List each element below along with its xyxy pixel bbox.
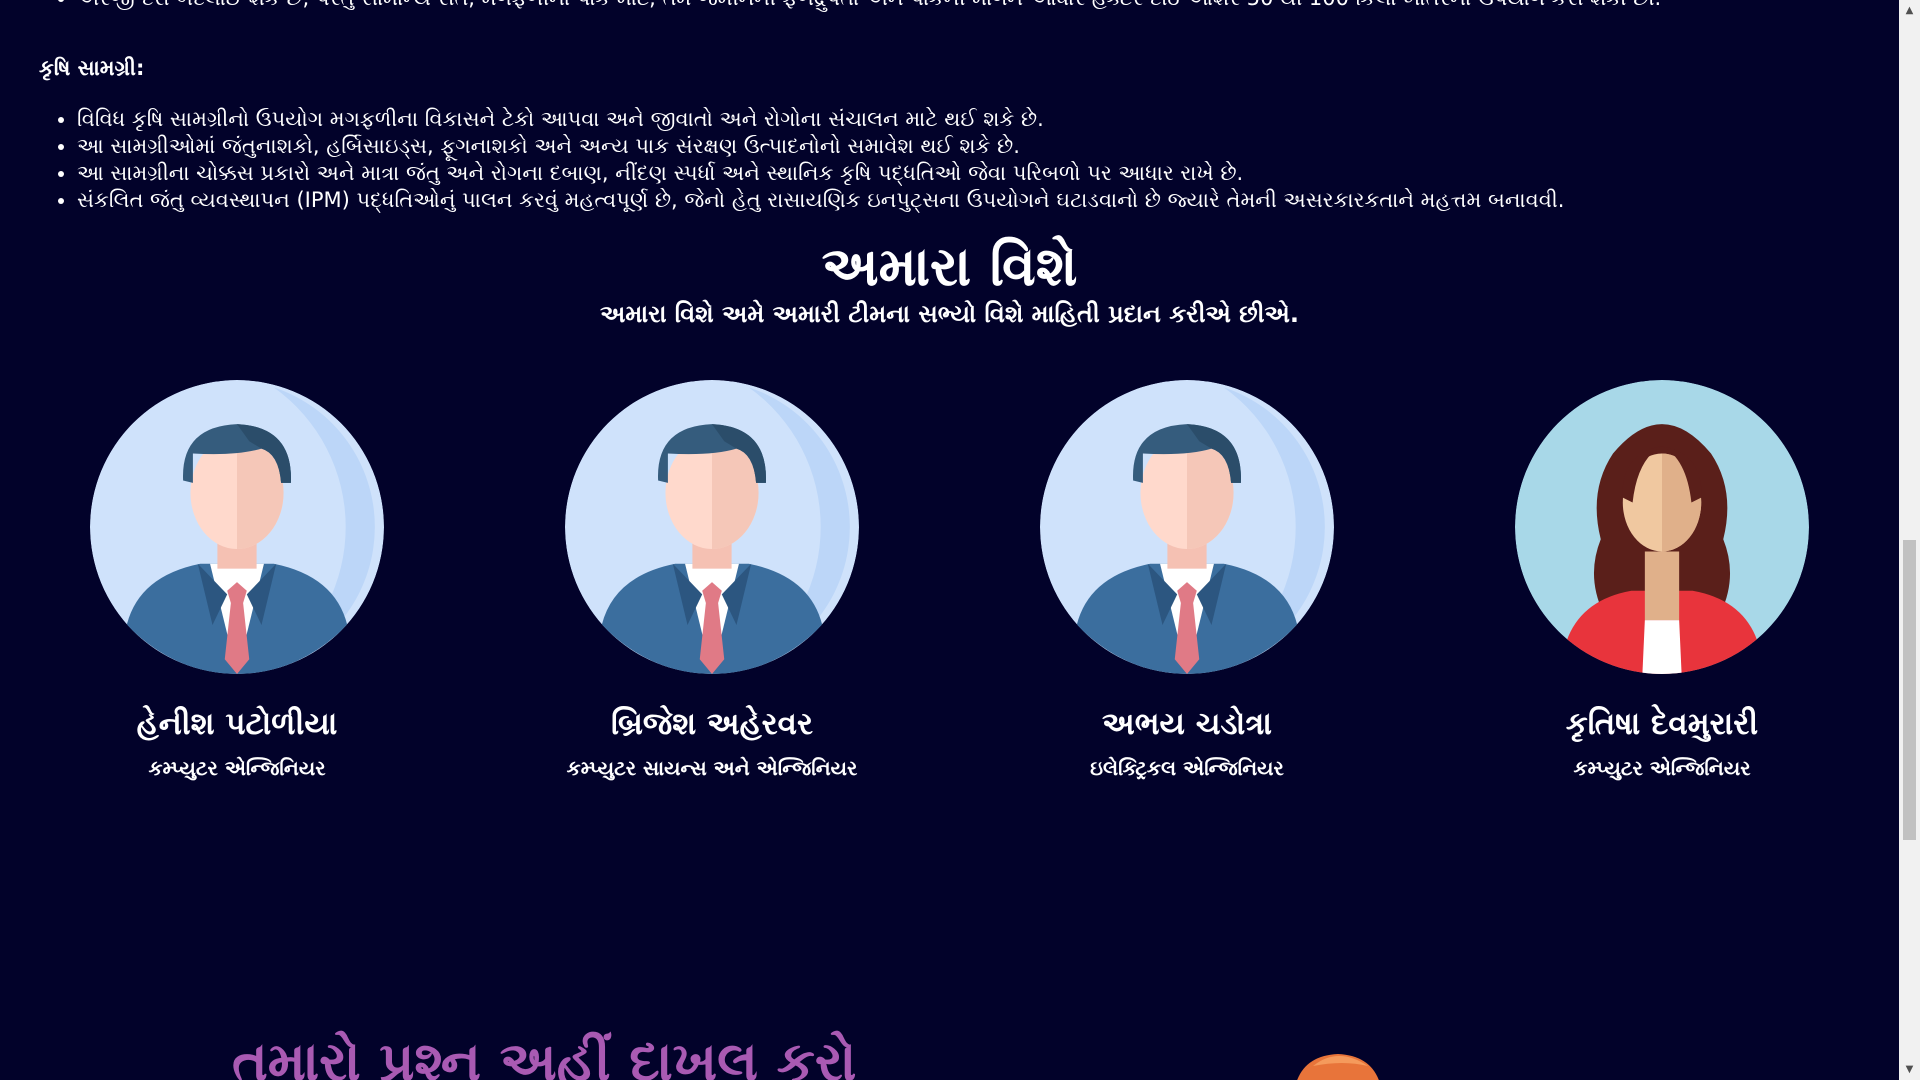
mascot-cap-icon (1297, 1054, 1379, 1080)
team-member-name: કૃતિષા દેવમુરારી (1565, 706, 1759, 742)
team-member-card: હેનીશ પટોળીયા કમ્પ્યુટર એન્જિનિયર (37, 380, 437, 780)
team-member-role: કમ્પ્યુટર એન્જિનિયર (148, 756, 326, 780)
list-item: આ સામગ્રીઓમાં જંતુનાશકો, હર્બિસાઇડ્સ, ફૂ… (77, 133, 1877, 160)
male-avatar-icon (90, 380, 384, 674)
female-avatar-icon (1515, 380, 1809, 674)
male-avatar-icon (1040, 380, 1334, 674)
about-title: અમારા વિશે (821, 235, 1078, 298)
team-member-card: અભય ચડોત્રા ઇલેક્ટ્રિકલ એન્જિનિયર (987, 380, 1387, 780)
team-member-role: ઇલેક્ટ્રિકલ એન્જિનિયર (1090, 756, 1284, 780)
about-subtitle: અમારા વિશે અમે અમારી ટીમના સભ્યો વિશે મા… (600, 300, 1299, 328)
team-member-name: બ્રિજેશ અહેરવર (610, 706, 814, 742)
vertical-scrollbar[interactable]: ▲ ▼ (1899, 0, 1920, 1080)
team-member-role: કમ્પ્યુટર એન્જિનિયર (1573, 756, 1751, 780)
scrollbar-thumb[interactable] (1903, 540, 1916, 840)
fertilizer-bullet-list: અરજી દરો બદલાઈ શકે છે, પરંતુ સામાન્ય રીત… (0, 0, 1877, 12)
list-item: આ સામગ્રીના ચોક્કસ પ્રકારો અને માત્રા જં… (77, 160, 1877, 187)
page-content: અરજી દરો બદલાઈ શકે છે, પરંતુ સામાન્ય રીત… (0, 0, 1899, 1080)
team-member-card: બ્રિજેશ અહેરવર કમ્પ્યુટર સાયન્સ અને એન્જ… (512, 380, 912, 780)
question-section-title: તમારો પ્રશ્ન અહીં દાખલ કરો (232, 1030, 857, 1080)
list-item: સંકલિત જંતુ વ્યવસ્થાપન (IPM) પદ્ધતિઓનું … (77, 187, 1877, 214)
materials-heading: કૃષિ સામગ્રી: (39, 56, 145, 80)
team-member-name: અભય ચડોત્રા (1102, 706, 1272, 742)
team-member-card: કૃતિષા દેવમુરારી કમ્પ્યુટર એન્જિનિયર (1462, 380, 1862, 780)
team-member-name: હેનીશ પટોળીયા (136, 706, 338, 742)
scroll-down-icon[interactable]: ▼ (1899, 1059, 1920, 1080)
team-member-role: કમ્પ્યુટર સાયન્સ અને એન્જિનિયર (566, 756, 858, 780)
list-item: વિવિધ કૃષિ સામગ્રીનો ઉપયોગ મગફળીના વિકાસ… (77, 106, 1877, 133)
scroll-up-icon[interactable]: ▲ (1899, 0, 1920, 21)
materials-bullet-list: વિવિધ કૃષિ સામગ્રીનો ઉપયોગ મગફળીના વિકાસ… (0, 106, 1877, 214)
list-item: અરજી દરો બદલાઈ શકે છે, પરંતુ સામાન્ય રીત… (77, 0, 1877, 12)
male-avatar-icon (565, 380, 859, 674)
